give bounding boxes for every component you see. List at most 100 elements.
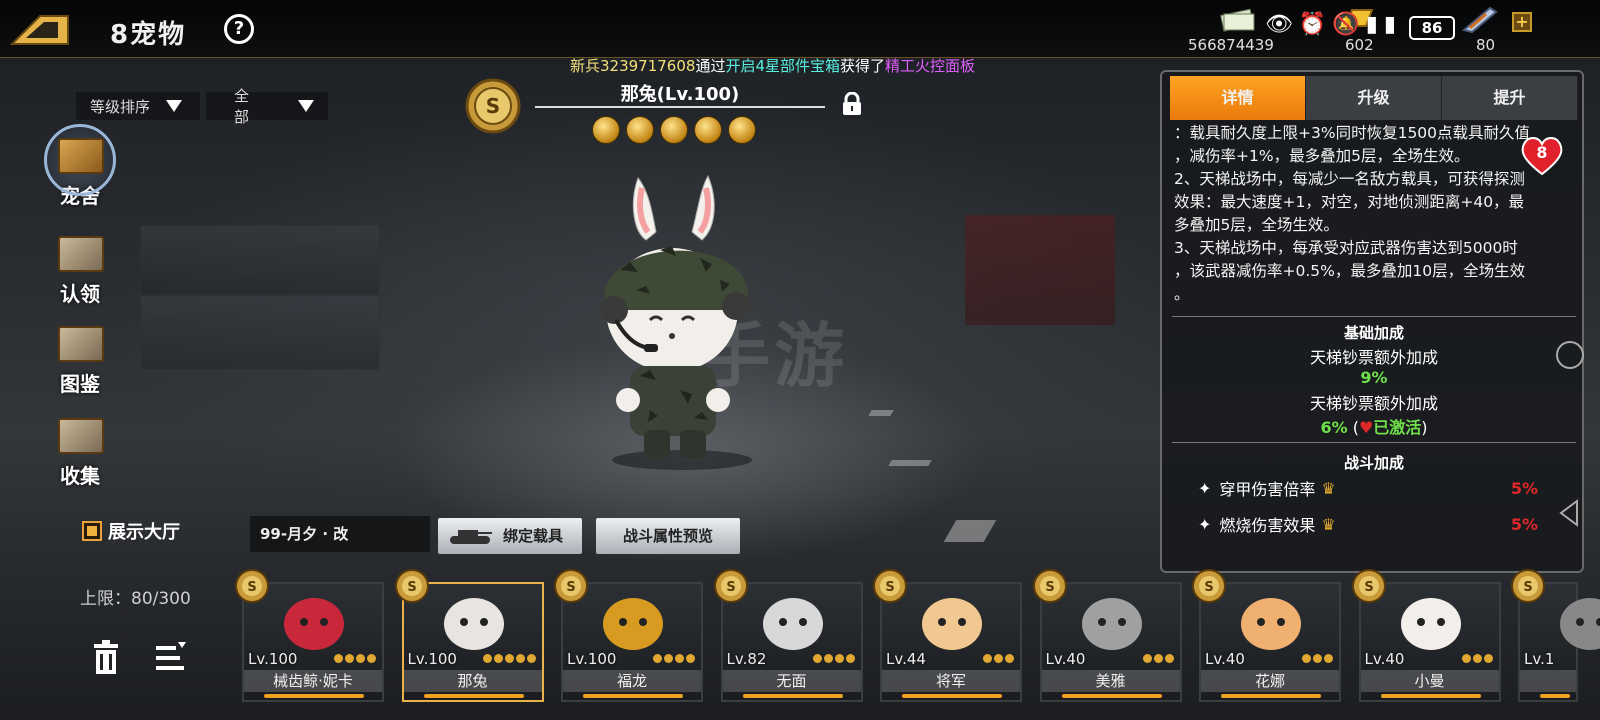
combat-preview-button[interactable]: 战斗属性预览 — [596, 518, 740, 554]
desc-line: 2、天梯战场中，每减少一名敌方载具，可获得探测 — [1174, 170, 1525, 188]
pet-card[interactable]: S Lv.40 美雅 — [1032, 569, 1182, 702]
tab-upgrade[interactable]: 升级 — [1306, 76, 1442, 120]
pet-card[interactable]: S Lv.1 — [1511, 569, 1600, 702]
star-icon — [1483, 654, 1493, 663]
trash-icon[interactable] — [92, 640, 120, 676]
medal-icon: S — [1032, 569, 1067, 603]
star-icon — [812, 654, 822, 663]
star-icon — [983, 654, 992, 663]
base-bonus-value: 6% — [1320, 418, 1348, 437]
pet-card[interactable]: S Lv.100 械齿鲸·妮卡 — [235, 569, 384, 702]
combat-bonus-label: 燃烧伤害效果 — [1219, 516, 1316, 535]
cash-value: 566874439 — [1188, 36, 1274, 54]
pet-name: 那兔(Lv.100) — [620, 84, 740, 105]
cash-icon — [1220, 8, 1255, 32]
side-item-codex[interactable]: 图鉴 — [44, 316, 116, 397]
lock-icon[interactable] — [841, 92, 863, 116]
category-dropdown[interactable]: 全部 — [206, 87, 328, 126]
heart-count: 8 — [1536, 143, 1548, 162]
pet-portrait — [603, 598, 663, 650]
bg-road-line — [888, 460, 932, 466]
ticker-text: 通过 — [695, 57, 726, 75]
medal-icon: S — [394, 569, 429, 603]
side-item-kennel[interactable]: 宠舍 — [44, 124, 116, 209]
svg-text:S: S — [1523, 580, 1532, 595]
pet-card-bar — [902, 694, 1002, 698]
showcase-toggle[interactable]: 展示大厅 — [82, 518, 180, 544]
svg-text:S: S — [1364, 580, 1373, 595]
svg-text:S: S — [486, 94, 500, 118]
pet-card[interactable]: S Lv.40 小曼 — [1351, 569, 1501, 702]
side-item-claim[interactable]: 认领 — [44, 226, 116, 307]
pet-card-stars — [653, 654, 695, 663]
pet-card-name: 花娜 — [1201, 670, 1339, 692]
star-icon — [664, 654, 673, 663]
affinity-heart[interactable]: 8 — [1518, 134, 1566, 178]
tab-details[interactable]: 详情 — [1170, 76, 1306, 120]
pet-card-name: 械齿鲸·妮卡 — [244, 670, 382, 692]
collection-icon — [58, 418, 104, 454]
star-icon — [1472, 654, 1482, 663]
star-icon — [653, 654, 662, 663]
tank-icon — [450, 530, 492, 544]
page-title: 8宠物 — [110, 14, 186, 51]
bg-crate — [140, 225, 380, 295]
activated-label: 已激活 — [1373, 418, 1422, 437]
desc-line: ，减伤率+1%，最多叠加5层，全场生效。 — [1174, 147, 1470, 165]
pet-card-bar — [1061, 694, 1162, 698]
base-bonus-value: 9% — [1360, 368, 1388, 387]
svg-text:S: S — [1045, 580, 1054, 595]
pet-card[interactable]: S Lv.44 将军 — [873, 569, 1022, 702]
svg-text:S: S — [407, 580, 416, 595]
capacity-text: 上限：80/300 — [80, 589, 191, 609]
add-resource-button[interactable]: + — [1512, 12, 1532, 32]
pet-card-level: Lv.44 — [886, 650, 926, 668]
sort-icon[interactable] — [154, 640, 188, 676]
tab-enhance[interactable]: 提升 — [1442, 76, 1578, 120]
heart-icon: ♥ — [1358, 418, 1374, 437]
pet-card-level: Lv.40 — [1364, 650, 1405, 668]
pet-card-stars — [482, 654, 536, 663]
pet-card-stars — [983, 654, 1014, 663]
bind-vehicle-button[interactable]: 绑定载具 — [438, 518, 582, 554]
star-icon — [526, 654, 536, 663]
pet-card[interactable]: S Lv.100 那兔 — [394, 569, 544, 702]
back-arrow-icon[interactable] — [10, 12, 72, 48]
checkbox-icon[interactable] — [82, 521, 102, 541]
star-icon — [686, 654, 695, 663]
desc-line: 多叠加5层，全场生效。 — [1174, 216, 1339, 234]
pet-card[interactable]: S Lv.40 花娜 — [1192, 569, 1341, 702]
medal-icon: S — [235, 569, 269, 603]
pet-card-bar — [1540, 694, 1570, 698]
burn-icon: ✦ — [1198, 514, 1212, 534]
pet-card[interactable]: S Lv.100 福龙 — [554, 569, 703, 702]
pet-card[interactable]: S Lv.82 无面 — [713, 569, 863, 702]
book-icon — [58, 326, 104, 362]
combat-bonus-title: 战斗加成 — [1343, 454, 1404, 472]
pet-card-name: 福龙 — [563, 670, 701, 692]
svg-text:S: S — [1204, 580, 1213, 595]
nav-home-icon[interactable] — [1555, 340, 1585, 370]
side-item-collect[interactable]: 收集 — [44, 408, 116, 489]
pet-card-level: Lv.100 — [407, 650, 457, 668]
pet-card-bar — [423, 694, 524, 698]
sort-dropdown[interactable]: 等级排序 — [76, 92, 200, 120]
name-divider — [535, 106, 825, 108]
pet-card-level: Lv.40 — [1205, 650, 1245, 668]
bg-road-line — [868, 410, 894, 416]
desc-line: ：载具耐久度上限+3%同时恢复1500点载具耐久值 — [1174, 124, 1531, 142]
star-bell-icon — [728, 116, 756, 144]
combat-bonus-row: ✦ 穿甲伤害倍率 ♛ 5% — [1198, 476, 1568, 500]
help-button[interactable]: ? — [224, 14, 254, 44]
pet-card-bar — [1380, 694, 1481, 698]
pet-card-bar — [742, 694, 843, 698]
star-icon — [1142, 654, 1152, 663]
broadcast-ticker: 新兵3239717608通过开启4星部件宝箱获得了精工火控面板 — [570, 55, 975, 76]
star-icon — [823, 654, 833, 663]
medal-icon: S — [1351, 569, 1386, 603]
star-icon — [845, 654, 855, 663]
pet-card-name: 那兔 — [403, 670, 542, 692]
desc-line: ，该武器减伤率+0.5%，最多叠加10层，全场生效 — [1174, 262, 1526, 280]
star-icon — [345, 654, 354, 663]
nav-back-icon[interactable] — [1555, 498, 1585, 528]
